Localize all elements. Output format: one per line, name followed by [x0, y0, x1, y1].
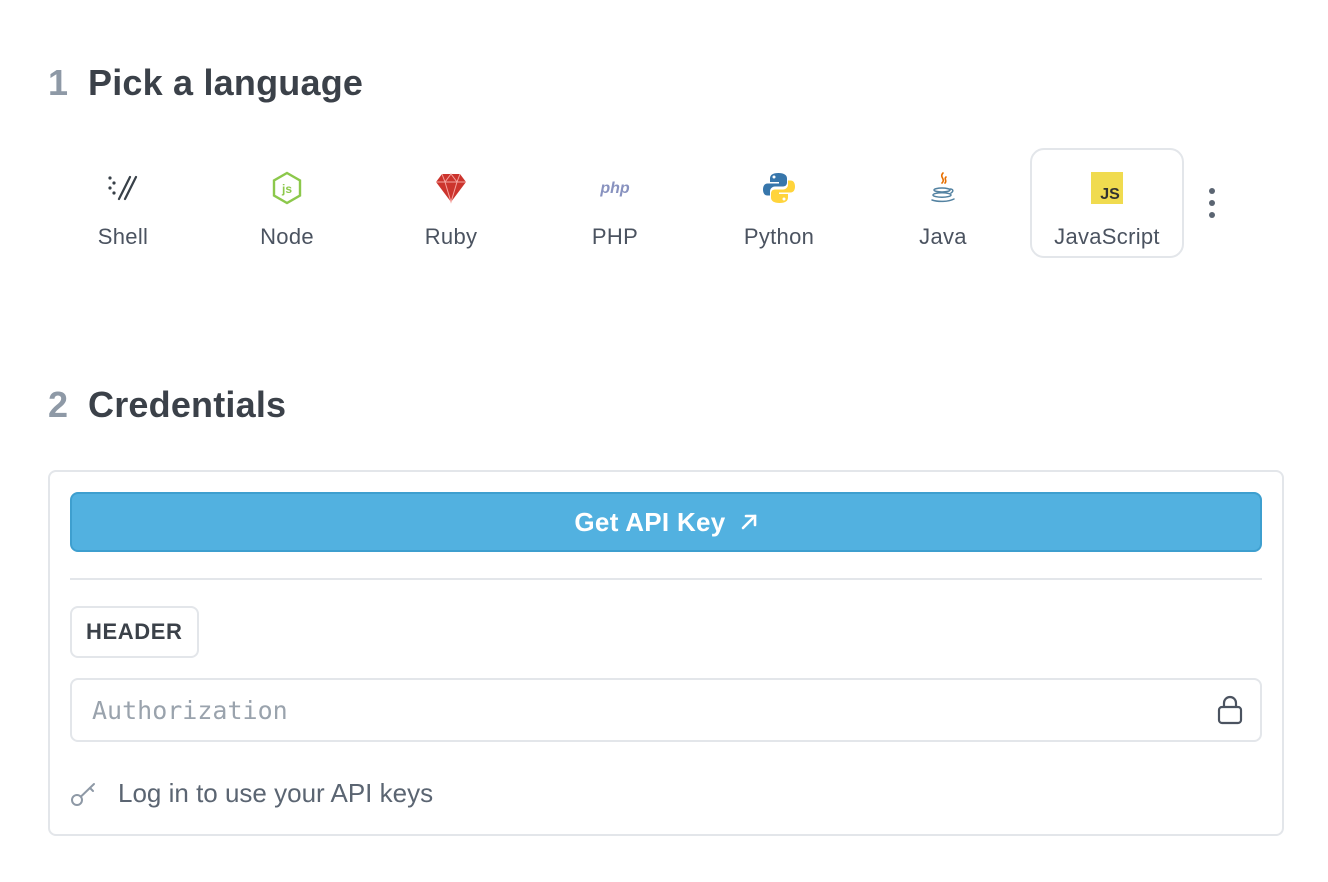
language-option-node[interactable]: js Node [210, 148, 364, 258]
python-icon [761, 170, 797, 206]
get-api-key-label: Get API Key [574, 506, 726, 537]
section-heading: Pick a language [88, 62, 364, 103]
key-icon [70, 781, 98, 807]
java-icon [925, 170, 961, 206]
language-option-java[interactable]: Java [866, 148, 1020, 258]
divider [70, 578, 1262, 580]
section-title-credentials: 2 Credentials [48, 384, 286, 426]
more-dot-icon [1209, 200, 1215, 206]
shell-icon [105, 170, 141, 206]
more-dot-icon [1209, 188, 1215, 194]
ruby-icon [433, 170, 469, 206]
node-icon: js [269, 170, 305, 206]
step-number: 1 [48, 62, 69, 103]
get-api-key-button[interactable]: Get API Key [70, 492, 1262, 552]
credentials-card: Get API Key HEADER Log in to use your AP… [48, 470, 1284, 836]
authorization-field [70, 678, 1262, 742]
login-prompt: Log in to use your API keys [70, 778, 433, 809]
language-option-javascript[interactable]: JS JavaScript [1030, 148, 1184, 258]
language-name: JavaScript [1054, 224, 1160, 249]
authorization-input[interactable] [72, 680, 1200, 740]
language-name: Java [919, 224, 967, 249]
external-link-arrow-icon [740, 513, 758, 531]
language-picker: Shell js Node Ruby php PHP Python Java J… [46, 148, 1224, 258]
lock-icon[interactable] [1200, 695, 1260, 725]
step-number: 2 [48, 384, 69, 425]
language-name: Node [260, 224, 314, 249]
javascript-icon-text: JS [1100, 186, 1120, 203]
language-option-php[interactable]: php PHP [538, 148, 692, 258]
language-name: Ruby [424, 224, 478, 249]
language-name: Shell [97, 224, 149, 249]
login-link[interactable]: Log in to use your API keys [118, 778, 433, 809]
svg-text:js: js [281, 182, 292, 196]
header-badge: HEADER [70, 606, 199, 658]
section-title-pick-language: 1 Pick a language [48, 62, 363, 104]
php-icon: php [597, 170, 633, 206]
language-name: PHP [591, 224, 639, 249]
more-languages-button[interactable] [1200, 183, 1224, 223]
language-option-ruby[interactable]: Ruby [374, 148, 528, 258]
language-option-shell[interactable]: Shell [46, 148, 200, 258]
php-icon-text: php [599, 180, 630, 197]
language-name: Python [743, 224, 815, 249]
section-heading: Credentials [88, 384, 287, 425]
javascript-icon: JS [1089, 170, 1125, 206]
more-dot-icon [1209, 212, 1215, 218]
language-option-python[interactable]: Python [702, 148, 856, 258]
